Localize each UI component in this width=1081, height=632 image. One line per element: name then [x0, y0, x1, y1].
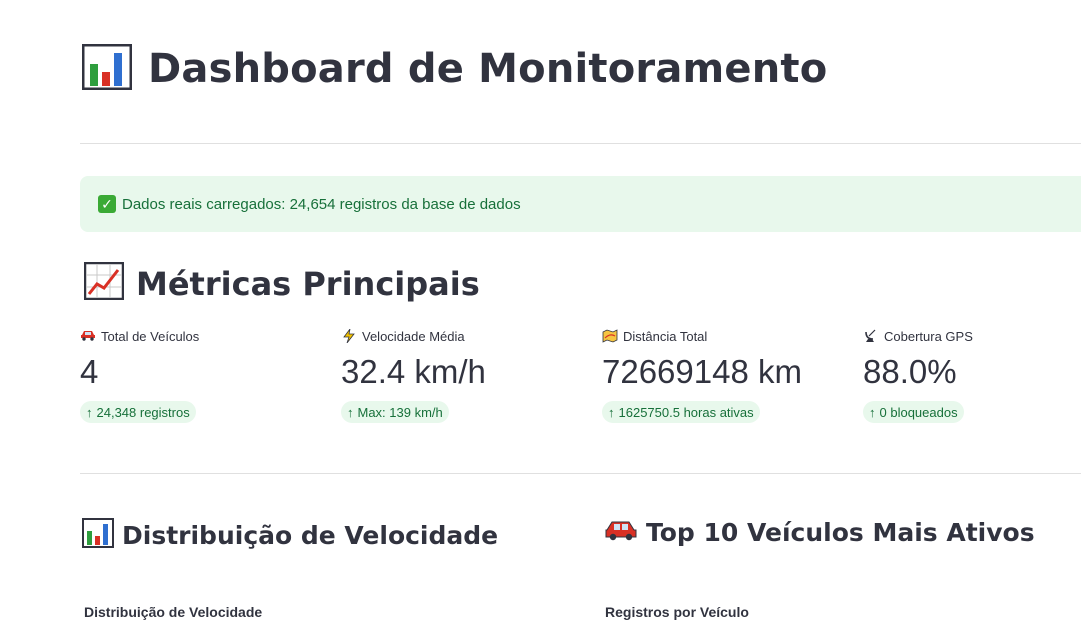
- main-content: Dashboard de Monitoramento ✓ Dados reais…: [80, 0, 1081, 632]
- metric-delta-text: 24,348 registros: [96, 404, 190, 420]
- metric-label: Cobertura GPS: [884, 328, 973, 344]
- arrow-up-icon: ↑: [608, 404, 615, 420]
- vehicles-chart-title: Registros por Veículo: [605, 604, 749, 620]
- metric-delta-text: 0 bloqueados: [879, 404, 958, 420]
- metric-delta-text: Max: 139 km/h: [357, 404, 443, 420]
- page-header: Dashboard de Monitoramento: [81, 40, 828, 98]
- metric-average-speed: Velocidade Média 32.4 km/h ↑ Max: 139 km…: [341, 327, 581, 423]
- metric-total-vehicles: Total de Veículos 4 ↑ 24,348 registros: [80, 327, 320, 423]
- bar-chart-icon: [81, 43, 133, 95]
- metric-delta: ↑ 24,348 registros: [80, 401, 196, 423]
- speed-chart-title: Distribuição de Velocidade: [84, 604, 263, 620]
- speed-section-title: Distribuição de Velocidade: [122, 521, 499, 550]
- metric-delta-text: 1625750.5 horas ativas: [618, 404, 754, 420]
- arrow-up-icon: ↑: [86, 404, 93, 420]
- metric-label: Distância Total: [623, 328, 708, 344]
- metric-delta: ↑ 0 bloqueados: [863, 401, 964, 423]
- metrics-section-title: Métricas Principais: [136, 264, 480, 303]
- check-mark-icon: ✓: [98, 195, 116, 213]
- metric-value: 32.4 km/h: [341, 353, 486, 390]
- metric-value: 4: [80, 353, 99, 390]
- metric-value: 88.0%: [863, 353, 957, 390]
- arrow-up-icon: ↑: [869, 404, 876, 420]
- success-alert: ✓ Dados reais carregados: 24,654 registr…: [80, 176, 1081, 232]
- lightning-icon: [341, 328, 357, 344]
- vehicles-section-header: Top 10 Veículos Mais Ativos: [604, 518, 1035, 547]
- metric-delta: ↑ 1625750.5 horas ativas: [602, 401, 760, 423]
- map-icon: [602, 329, 618, 343]
- car-icon: [604, 518, 638, 547]
- metric-label: Total de Veículos: [101, 328, 200, 344]
- metrics-section-header: Métricas Principais: [83, 261, 480, 305]
- line-chart-icon: [83, 261, 125, 305]
- metric-value: 72669148 km: [602, 353, 802, 390]
- speed-section-header: Distribuição de Velocidade: [82, 518, 498, 553]
- metric-delta: ↑ Max: 139 km/h: [341, 401, 449, 423]
- metric-label: Velocidade Média: [362, 328, 465, 344]
- metric-gps-coverage: Cobertura GPS 88.0% ↑ 0 bloqueados: [863, 327, 1081, 423]
- arrow-up-icon: ↑: [347, 404, 354, 420]
- satellite-icon: [863, 329, 879, 343]
- vehicles-section-title: Top 10 Veículos Mais Ativos: [646, 518, 1035, 547]
- divider: [80, 473, 1081, 474]
- alert-text: Dados reais carregados: 24,654 registros…: [122, 195, 521, 213]
- bar-chart-icon: [82, 518, 114, 553]
- metric-total-distance: Distância Total 72669148 km ↑ 1625750.5 …: [602, 327, 842, 423]
- divider: [80, 143, 1081, 144]
- car-icon: [80, 329, 96, 343]
- page-title: Dashboard de Monitoramento: [148, 46, 828, 92]
